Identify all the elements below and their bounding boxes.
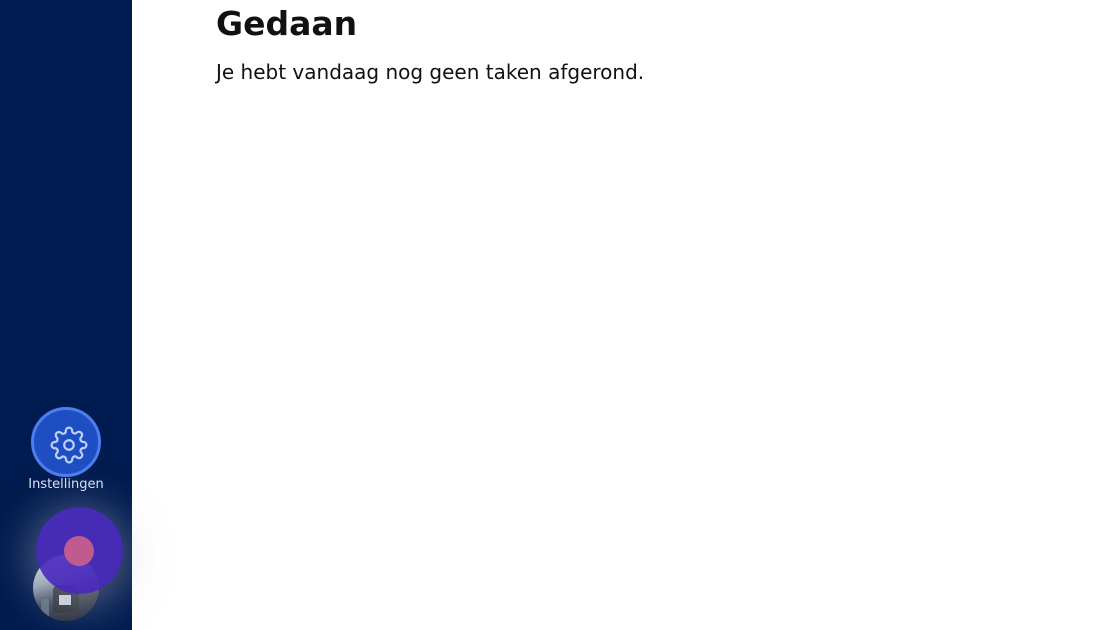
record-dot-icon — [64, 536, 94, 566]
avatar-photo-detail — [41, 599, 49, 617]
sidebar-item-label: Instellingen — [28, 477, 104, 492]
gear-icon — [50, 426, 88, 464]
app-window: Instellingen Gedaan Je hebt vandaag nog … — [0, 0, 1120, 630]
avatar-photo-highlight — [59, 595, 71, 605]
floating-action-button[interactable] — [36, 507, 123, 594]
settings-icon-circle[interactable] — [31, 407, 101, 477]
sidebar-item-settings[interactable]: Instellingen — [0, 404, 132, 496]
page-title: Gedaan — [216, 4, 358, 43]
empty-state-message: Je hebt vandaag nog geen taken afgerond. — [216, 60, 645, 84]
